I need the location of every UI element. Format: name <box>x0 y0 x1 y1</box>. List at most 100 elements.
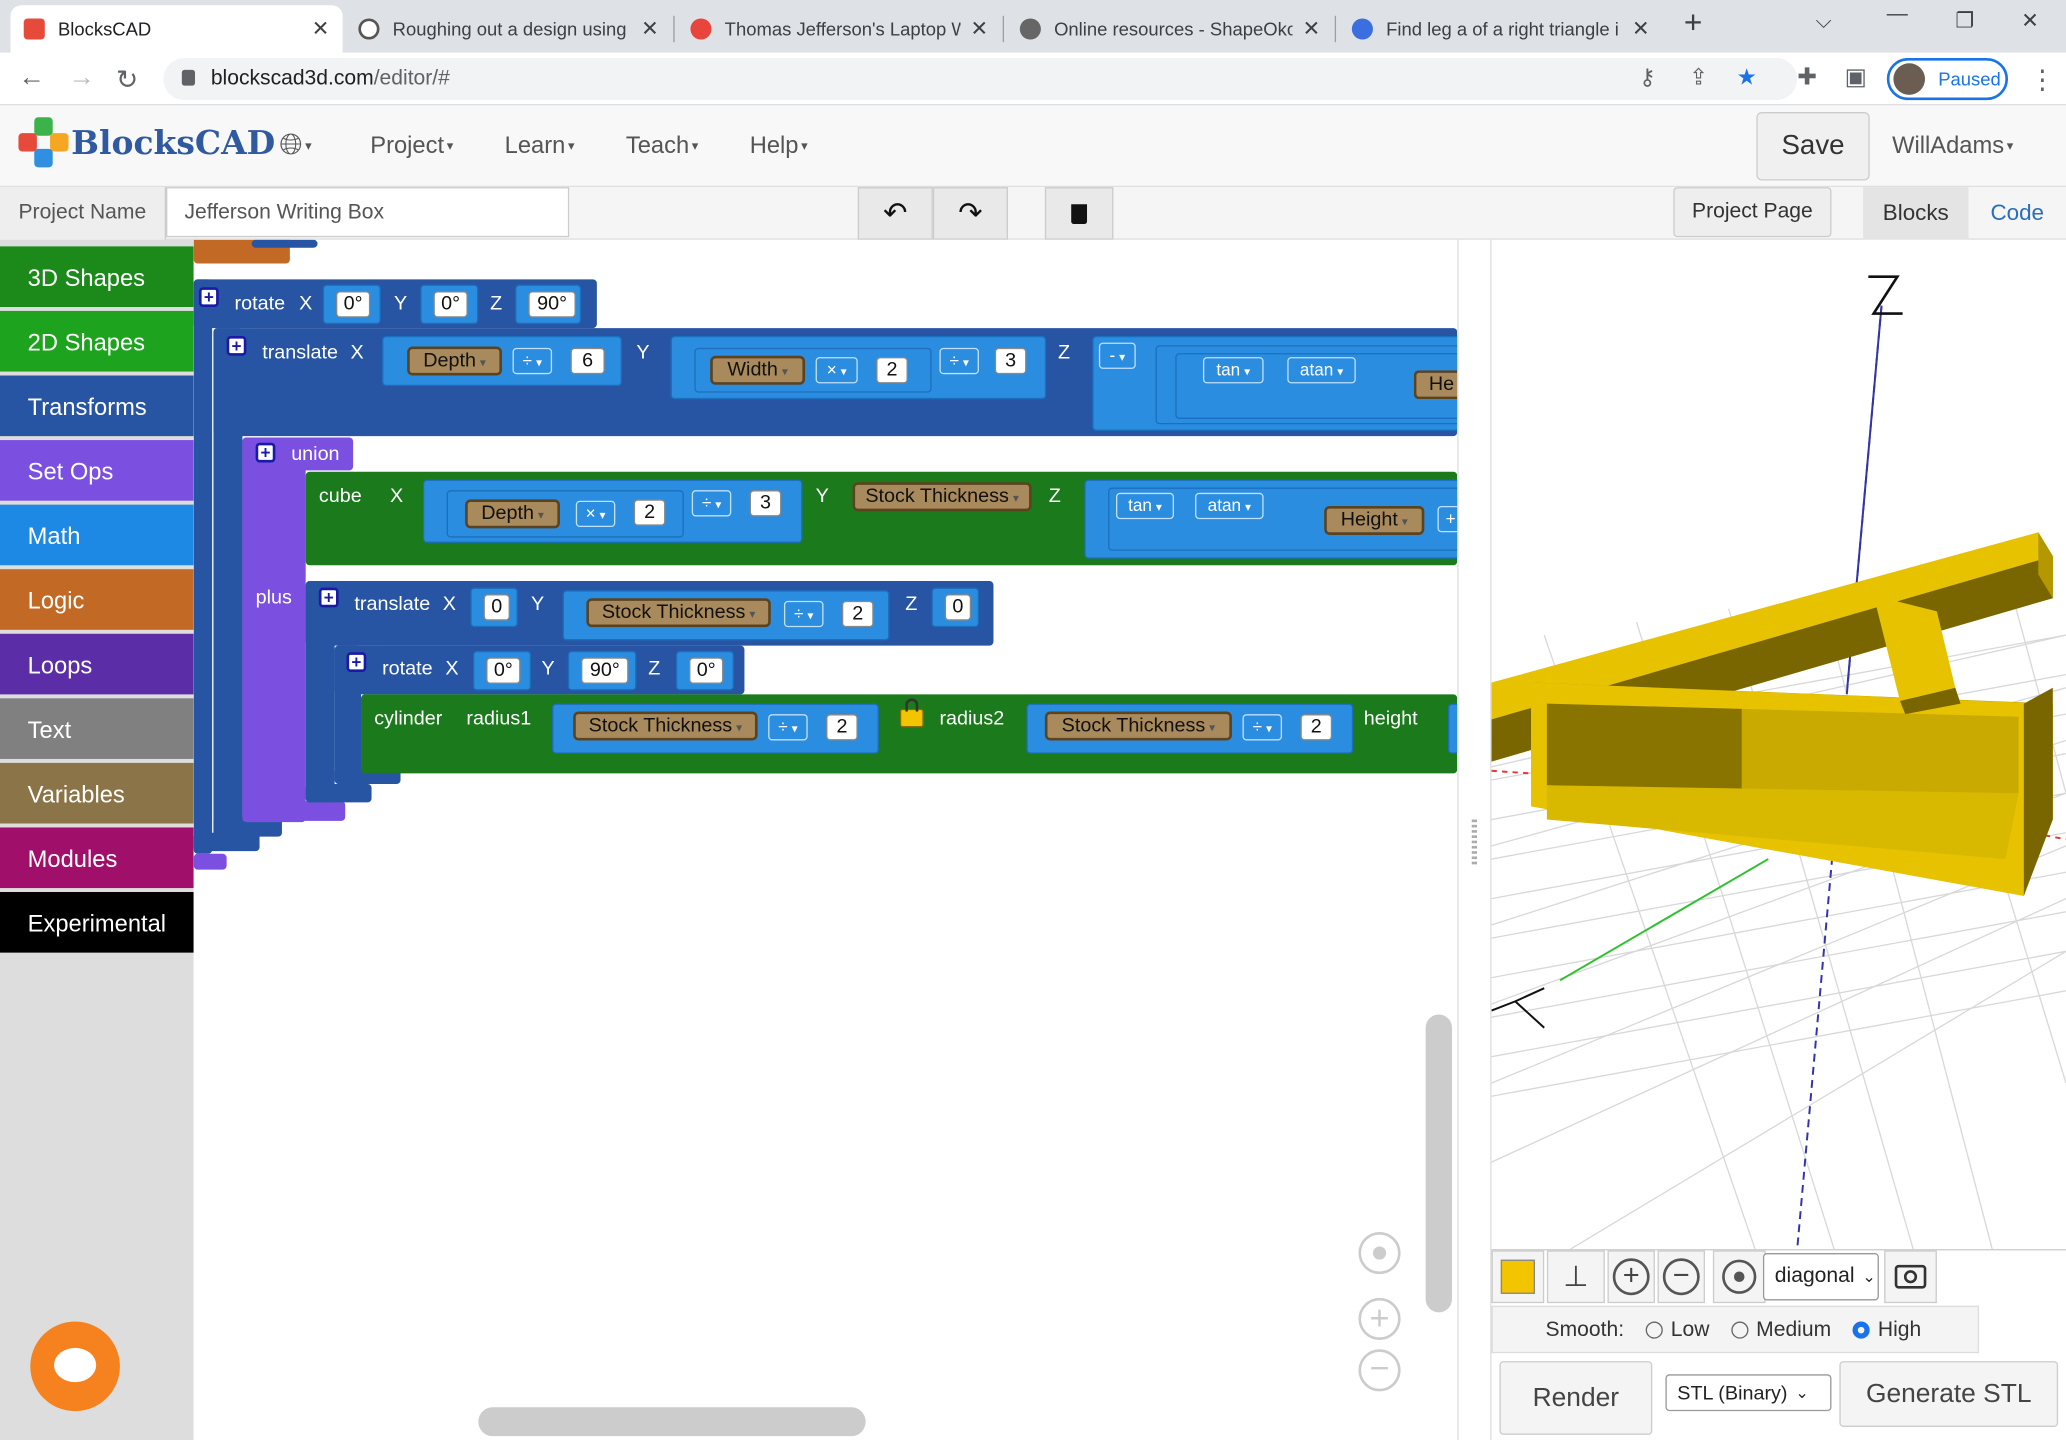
menu-project[interactable]: Project ▾ <box>370 132 453 160</box>
close-window-icon[interactable]: ✕ <box>2021 8 2039 34</box>
divide-operator[interactable]: ÷ ▾ <box>691 490 732 517</box>
variable-stock-thickness[interactable]: Stock Thickness ▾ <box>573 711 758 741</box>
divide-operator[interactable]: ÷ ▾ <box>783 600 824 628</box>
reload-icon[interactable]: ↻ <box>116 63 138 96</box>
tab-blocks[interactable]: Blocks <box>1863 187 1969 240</box>
zoom-in-button[interactable]: + <box>1607 1250 1655 1304</box>
zoom-out-icon[interactable]: − <box>1358 1349 1401 1392</box>
user-menu[interactable]: WillAdams ▾ <box>1892 132 2013 160</box>
browser-tab-jefferson[interactable]: Thomas Jefferson's Laptop W ✕ <box>677 5 1001 52</box>
multiply-operator[interactable]: × ▾ <box>815 357 858 384</box>
view-select[interactable]: diagonal ⌄ <box>1762 1253 1879 1301</box>
toolbox-category-logic[interactable]: Logic <box>0 569 194 630</box>
divide-operator[interactable]: ÷ ▾ <box>1242 714 1283 741</box>
browser-tab-shapeoko[interactable]: Online resources - ShapeOko ✕ <box>1007 5 1334 52</box>
variable-height[interactable]: Height ▾ <box>1324 505 1425 535</box>
undo-button[interactable]: ↶ <box>857 187 933 240</box>
divide-operator[interactable]: ÷ ▾ <box>512 347 553 375</box>
rotate-y-field[interactable]: 0° <box>433 291 468 318</box>
variable-stock-thickness[interactable]: Stock Thickness ▾ <box>852 482 1032 512</box>
kebab-menu-icon[interactable]: ⋮ <box>2029 63 2055 96</box>
number-field[interactable]: 3 <box>994 347 1027 375</box>
browser-tab-roughing[interactable]: Roughing out a design using ✕ <box>345 5 672 52</box>
number-field[interactable]: 2 <box>633 499 666 526</box>
restore-icon[interactable]: ❐ <box>1955 8 1974 34</box>
atan-function[interactable]: atan ▾ <box>1287 357 1356 384</box>
toolbox-category-3d-shapes[interactable]: 3D Shapes <box>0 246 194 308</box>
forward-arrow-icon[interactable]: → <box>69 63 95 93</box>
rotate-x-field[interactable]: 0° <box>486 657 521 684</box>
rotate-z-field[interactable]: 90° <box>528 291 576 318</box>
delete-button[interactable] <box>1044 187 1114 240</box>
color-swatch-button[interactable] <box>1491 1250 1545 1304</box>
expand-plus-icon[interactable]: + <box>346 652 367 672</box>
menu-help[interactable]: Help ▾ <box>750 132 808 160</box>
url-input[interactable]: blockscad3d.com/editor/# ⚷ ⇪ ★ <box>163 57 1798 101</box>
atan-function[interactable]: atan ▾ <box>1195 492 1264 520</box>
expand-plus-icon[interactable]: + <box>226 335 247 356</box>
export-format-select[interactable]: STL (Binary) ⌄ <box>1665 1374 1832 1412</box>
number-field[interactable]: 2 <box>841 600 874 628</box>
close-tab-icon[interactable]: ✕ <box>312 16 330 42</box>
variable-depth[interactable]: Depth ▾ <box>407 346 503 376</box>
browser-tab-triangle[interactable]: Find leg a of a right triangle i ✕ <box>1339 5 1663 52</box>
divide-operator[interactable]: ÷ ▾ <box>939 347 979 375</box>
back-arrow-icon[interactable]: ← <box>18 63 44 93</box>
project-name-input[interactable]: Jefferson Writing Box <box>166 187 570 238</box>
plus-operator[interactable]: + <box>1437 505 1458 533</box>
tan-function[interactable]: tan ▾ <box>1202 357 1264 384</box>
tab-code[interactable]: Code <box>1968 187 2066 240</box>
3d-viewer[interactable]: Z <box>1491 239 2066 1250</box>
close-tab-icon[interactable]: ✕ <box>971 16 989 42</box>
key-icon[interactable]: ⚷ <box>1639 65 1655 91</box>
reset-view-button[interactable] <box>1712 1250 1766 1304</box>
save-button[interactable]: Save <box>1756 111 1870 181</box>
toolbox-category-experimental[interactable]: Experimental <box>0 892 194 953</box>
blockscad-logo[interactable]: BlocksCAD <box>18 117 275 168</box>
minimize-icon[interactable]: — <box>1887 3 1908 27</box>
close-tab-icon[interactable]: ✕ <box>1303 16 1321 42</box>
profile-button[interactable]: Paused <box>1886 57 2009 101</box>
axes-toggle-button[interactable]: ⊥ <box>1546 1250 1605 1304</box>
new-tab-icon[interactable]: + <box>1684 5 1702 42</box>
rotate-x-field[interactable]: 0° <box>335 291 371 318</box>
share-icon[interactable]: ⇪ <box>1689 65 1708 91</box>
number-field[interactable]: 3 <box>749 490 782 517</box>
redo-button[interactable]: ↷ <box>932 187 1008 240</box>
close-tab-icon[interactable]: ✕ <box>1632 16 1650 42</box>
zoom-out-button[interactable]: − <box>1657 1250 1705 1304</box>
zoom-in-icon[interactable]: + <box>1358 1297 1401 1340</box>
horizontal-scrollbar[interactable] <box>478 1407 866 1437</box>
toolbox-category-set-ops[interactable]: Set Ops <box>0 440 194 501</box>
rotate-z-field[interactable]: 0° <box>689 657 724 684</box>
center-workspace-icon[interactable] <box>1358 1231 1401 1275</box>
divide-operator[interactable]: ÷ ▾ <box>768 714 808 741</box>
lock-icon[interactable] <box>899 698 924 728</box>
menu-teach[interactable]: Teach ▾ <box>626 132 699 160</box>
rotate-y-field[interactable]: 90° <box>581 657 629 684</box>
render-button[interactable]: Render <box>1499 1361 1653 1435</box>
smooth-high-radio[interactable] <box>1852 1321 1870 1340</box>
toolbox-category-text[interactable]: Text <box>0 698 194 759</box>
side-panel-icon[interactable]: ▣ <box>1845 63 1867 91</box>
project-page-button[interactable]: Project Page <box>1673 187 1832 238</box>
smooth-medium-radio[interactable] <box>1731 1321 1749 1340</box>
vertical-scrollbar[interactable] <box>1425 1014 1452 1313</box>
tab-search-chevron-icon[interactable]: ⌵ <box>1816 11 1832 35</box>
toolbox-category-transforms[interactable]: Transforms <box>0 375 194 437</box>
minus-operator[interactable]: - ▾ <box>1098 342 1136 369</box>
variable-stock-thickness[interactable]: Stock Thickness ▾ <box>1044 711 1232 741</box>
toolbox-category-variables[interactable]: Variables <box>0 762 194 824</box>
close-tab-icon[interactable]: ✕ <box>641 16 659 42</box>
expand-plus-icon[interactable]: + <box>198 287 219 308</box>
number-field[interactable]: 6 <box>570 347 605 375</box>
screenshot-button[interactable] <box>1884 1250 1937 1304</box>
tan-function[interactable]: tan ▾ <box>1116 492 1174 520</box>
variable-height-cutoff[interactable]: He <box>1413 370 1458 400</box>
number-field[interactable]: 2 <box>826 714 858 741</box>
extensions-puzzle-icon[interactable]: ✚ <box>1797 63 1817 91</box>
chat-bubble-button[interactable] <box>30 1321 120 1412</box>
translate-z-field[interactable]: 0 <box>944 594 972 621</box>
multiply-operator[interactable]: × ▾ <box>575 500 616 528</box>
expand-plus-icon[interactable]: + <box>318 587 339 608</box>
